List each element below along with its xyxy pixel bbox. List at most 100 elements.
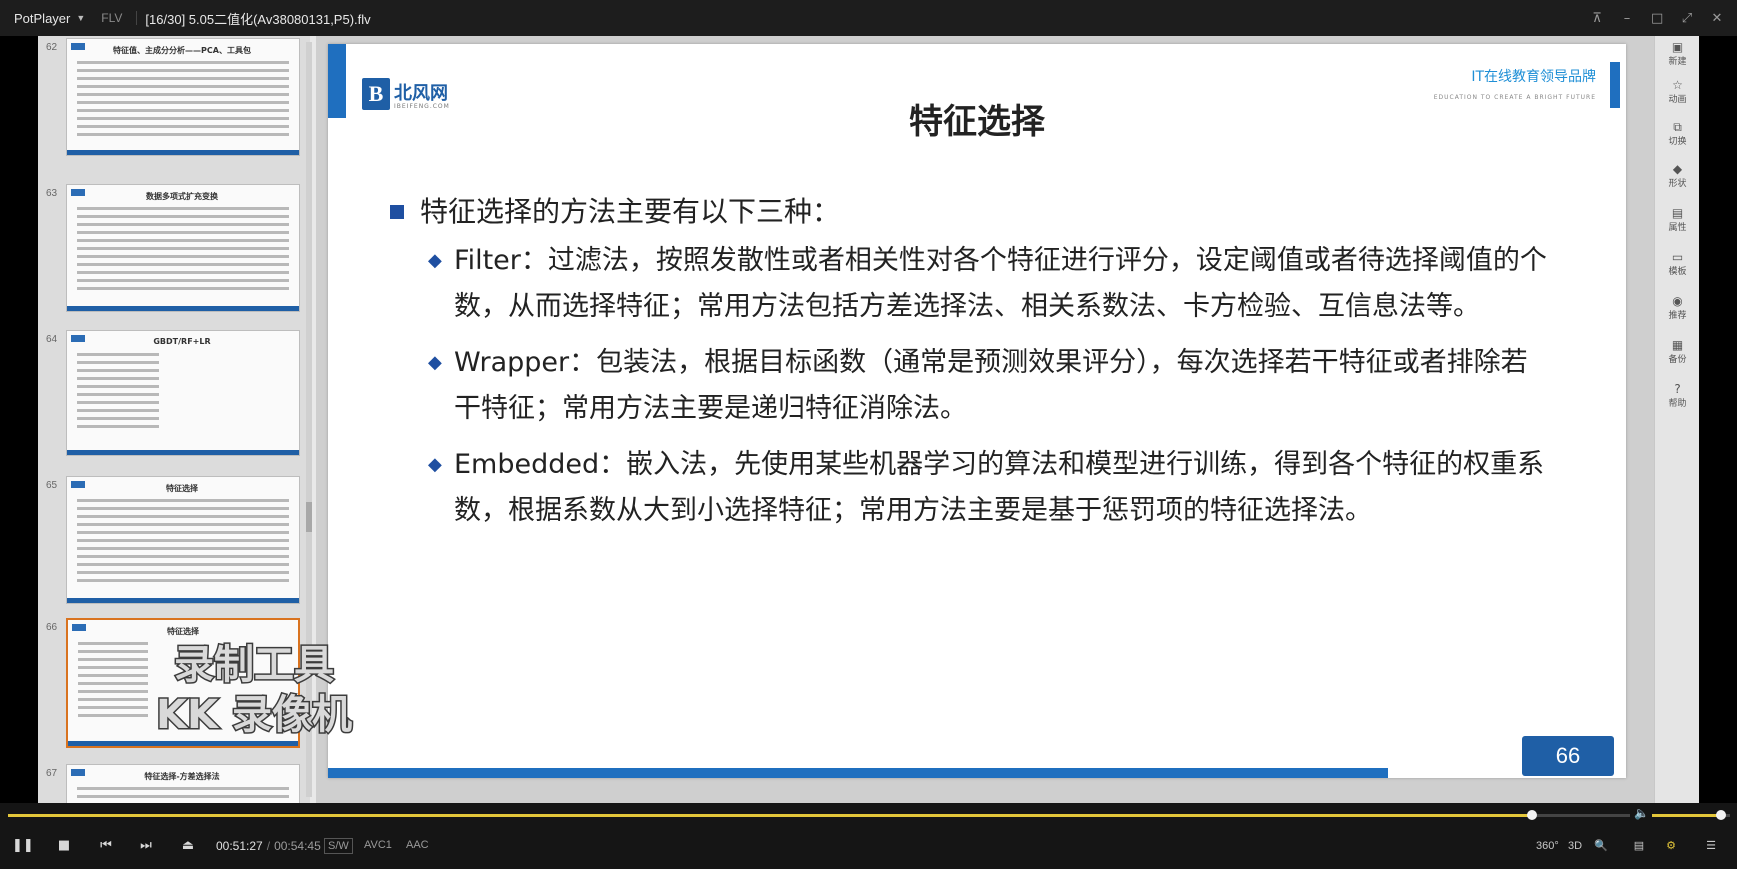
thumbnail-number: 64 bbox=[46, 334, 58, 345]
thumbnail-text-lines bbox=[77, 499, 289, 587]
tool-help[interactable]: ? 帮助 bbox=[1655, 382, 1699, 409]
thumbnail-title: 特征选择-方差选择法 bbox=[144, 772, 220, 781]
thumbnail-number: 65 bbox=[46, 480, 58, 491]
thumbnail-text-lines bbox=[77, 61, 289, 141]
window-controls: ⊼ – □ ⤢ ✕ bbox=[1591, 0, 1723, 36]
seek-bar[interactable] bbox=[8, 810, 1630, 820]
volume-level-fill bbox=[1652, 814, 1721, 817]
stop-icon[interactable]: ■ bbox=[54, 837, 74, 855]
app-menu-button[interactable]: PotPlayer ▼ bbox=[0, 0, 95, 36]
volume-slider[interactable] bbox=[1652, 810, 1730, 820]
thumbnail-logo bbox=[72, 624, 86, 631]
slide-thumbnail[interactable]: 特征值、主成分分析——PCA、工具包 bbox=[66, 38, 300, 156]
audio-codec-badge[interactable]: AAC bbox=[406, 839, 429, 851]
recorder-watermark: 录制工具 KK 录像机 bbox=[134, 640, 374, 740]
sub-bullet-text: Embedded：嵌入法，先使用某些机器学习的算法和模型进行训练，得到各个特征的… bbox=[454, 449, 1545, 526]
thumbnail-text-lines bbox=[77, 207, 289, 295]
scrollbar-thumb[interactable] bbox=[306, 502, 312, 532]
thumbnail-footer-bar bbox=[67, 450, 299, 455]
player-control-bar: 🔈 ❚❚ ■ ⏮ ⏭ ⏏ 00:51:27/00:54:45 S/W AVC1 … bbox=[0, 803, 1737, 869]
help-icon: ? bbox=[1674, 382, 1681, 396]
slide-thumbnail[interactable]: 数据多项式扩充变换 bbox=[66, 184, 300, 312]
slide-title: 特征选择 bbox=[909, 102, 1045, 142]
menu-icon[interactable]: ☰ bbox=[1700, 837, 1722, 855]
tool-label: 形状 bbox=[1668, 179, 1687, 189]
thumbnail-footer-bar bbox=[68, 741, 298, 746]
thumbnail-number: 67 bbox=[46, 768, 58, 779]
volume-icon[interactable]: 🔈 bbox=[1634, 806, 1649, 820]
thumbnail-footer-bar bbox=[67, 306, 299, 311]
backup-icon: ▦ bbox=[1671, 338, 1684, 352]
tool-animation[interactable]: ☆ 动画 bbox=[1655, 78, 1699, 105]
tool-label: 推荐 bbox=[1668, 311, 1687, 321]
slide-thumbnail[interactable]: 特征选择-方差选择法 bbox=[66, 764, 300, 803]
title-bar: PotPlayer ▼ FLV [16/30] 5.05二值化(Av380801… bbox=[0, 0, 1737, 36]
sw-decoder-badge[interactable]: S/W bbox=[324, 838, 353, 854]
pause-icon[interactable]: ❚❚ bbox=[12, 837, 34, 855]
total-time: 00:54:45 bbox=[274, 839, 321, 853]
tool-label: 属性 bbox=[1668, 223, 1687, 233]
tool-new[interactable]: ▣ 新建 bbox=[1655, 40, 1699, 67]
tool-label: 动画 bbox=[1668, 95, 1687, 105]
vr-360-icon[interactable]: 360° bbox=[1536, 837, 1559, 855]
sub-bullet-wrapper: ◆ Wrapper：包装法，根据目标函数（通常是预测效果评分），每次选择若干特征… bbox=[388, 340, 1548, 432]
current-time: 00:51:27 bbox=[216, 839, 263, 853]
thumbnail-title: 特征选择 bbox=[167, 627, 199, 636]
thumbnail-title: GBDT/RF+LR bbox=[153, 337, 211, 346]
time-display: 00:51:27/00:54:45 bbox=[216, 839, 321, 853]
thumbnail-title: 特征选择 bbox=[166, 484, 198, 493]
thumbnail-footer-bar bbox=[67, 598, 299, 603]
slogan-text: IT在线教育领导品牌 bbox=[1471, 69, 1596, 85]
thumbnail-logo bbox=[71, 769, 85, 776]
watermark-line-1: 录制工具 bbox=[173, 641, 336, 690]
thumbnail-logo bbox=[71, 189, 85, 196]
seek-handle[interactable] bbox=[1526, 810, 1537, 820]
slide-body: 特征选择的方法主要有以下三种： ◆ Filter：过滤法，按照发散性或者相关性对… bbox=[388, 192, 1548, 544]
thumbnail-text-lines bbox=[77, 353, 159, 433]
tool-transition[interactable]: ⧉ 切换 bbox=[1655, 120, 1699, 147]
thumbnail-title: 数据多项式扩充变换 bbox=[146, 192, 218, 201]
tool-navigation[interactable]: ◉ 推荐 bbox=[1655, 294, 1699, 321]
tool-label: 切换 bbox=[1668, 137, 1687, 147]
settings-gear-icon[interactable]: ⚙ bbox=[1660, 837, 1682, 855]
thumbnail-logo bbox=[71, 335, 85, 342]
video-viewport[interactable]: 62 特征值、主成分分析——PCA、工具包 63 数据多项式扩充变换 64 GB… bbox=[0, 36, 1737, 803]
previous-icon[interactable]: ⏮ bbox=[96, 837, 116, 855]
title-separator bbox=[136, 11, 138, 25]
slide-thumbnail[interactable]: GBDT/RF+LR bbox=[66, 330, 300, 456]
slide-tool-pane: ▣ 新建 ☆ 动画 ⧉ 切换 ◆ 形状 ▤ 属性 ▭ 模板 ◉ 推荐 ▦ 备份 ? 帮助 bbox=[1654, 36, 1699, 803]
thumbnail-logo bbox=[71, 43, 85, 50]
window-title: [16/30] 5.05二值化(Av38080131,P5).flv bbox=[145, 11, 371, 27]
3d-mode-icon[interactable]: 3D bbox=[1564, 837, 1586, 855]
tool-backup[interactable]: ▦ 备份 bbox=[1655, 338, 1699, 365]
properties-icon: ▤ bbox=[1671, 206, 1684, 220]
shape-icon: ◆ bbox=[1672, 162, 1683, 176]
next-icon[interactable]: ⏭ bbox=[136, 837, 156, 855]
eject-icon[interactable]: ⏏ bbox=[178, 837, 198, 855]
thumbnail-number: 62 bbox=[46, 42, 58, 53]
diamond-bullet-icon: ◆ bbox=[428, 352, 442, 373]
thumbnail-text-lines bbox=[77, 787, 289, 803]
zoom-icon[interactable]: 🔍 bbox=[1590, 837, 1612, 855]
close-icon[interactable]: ✕ bbox=[1711, 11, 1723, 26]
pin-icon[interactable]: ⊼ bbox=[1591, 11, 1603, 26]
tool-template[interactable]: ▭ 模板 bbox=[1655, 250, 1699, 277]
volume-handle[interactable] bbox=[1715, 810, 1726, 820]
tool-properties[interactable]: ▤ 属性 bbox=[1655, 206, 1699, 233]
chevron-down-icon: ▼ bbox=[76, 13, 86, 23]
maximize-icon[interactable]: □ bbox=[1651, 11, 1663, 26]
thumbnail-title: 特征值、主成分分析——PCA、工具包 bbox=[113, 46, 251, 55]
video-frame: 62 特征值、主成分分析——PCA、工具包 63 数据多项式扩充变换 64 GB… bbox=[38, 36, 1699, 803]
minimize-icon[interactable]: – bbox=[1621, 11, 1633, 26]
time-separator: / bbox=[266, 839, 271, 853]
sub-bullet-text: Filter：过滤法，按照发散性或者相关性对各个特征进行评分，设定阈值或者待选择… bbox=[454, 245, 1547, 322]
tool-shape[interactable]: ◆ 形状 bbox=[1655, 162, 1699, 189]
slide-thumbnail[interactable]: 特征选择 bbox=[66, 476, 300, 604]
slide-page-number: 66 bbox=[1522, 736, 1614, 776]
video-codec-badge[interactable]: AVC1 bbox=[364, 839, 392, 851]
playlist-icon[interactable]: ▤ bbox=[1628, 837, 1650, 855]
transition-icon: ⧉ bbox=[1673, 120, 1682, 134]
fullscreen-icon[interactable]: ⤢ bbox=[1681, 11, 1693, 26]
diamond-bullet-icon: ◆ bbox=[428, 250, 442, 271]
tool-label: 备份 bbox=[1668, 355, 1687, 365]
